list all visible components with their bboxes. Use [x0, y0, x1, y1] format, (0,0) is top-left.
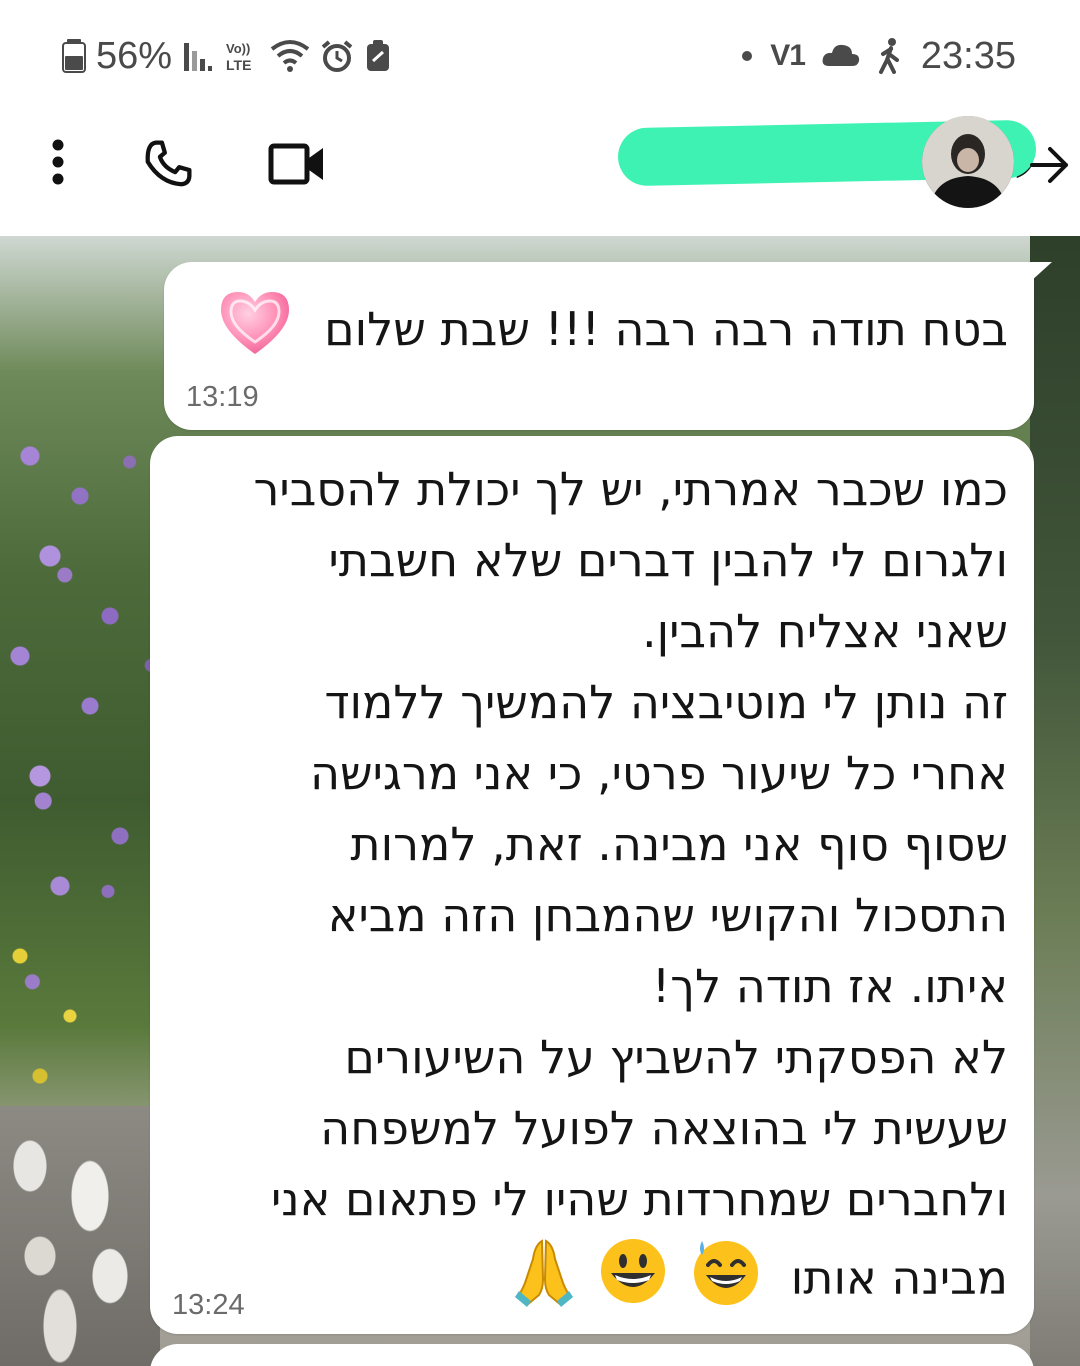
signal-icon [182, 39, 214, 73]
status-right-group: V1 23:35 [740, 34, 1016, 78]
svg-text:Vo)): Vo)) [226, 41, 250, 56]
wallpaper-trees [1030, 236, 1080, 1366]
next-message-bubble[interactable] [150, 1344, 1034, 1366]
back-button[interactable] [1026, 140, 1072, 190]
walking-icon [877, 38, 905, 74]
message-line: זה נותן לי מוטיבציה להמשיך ללמוד [324, 675, 1008, 729]
wallpaper-rocks [0, 1106, 160, 1366]
clock-time: 23:35 [920, 35, 1016, 77]
video-call-icon [268, 143, 323, 185]
message-timestamp: 13:24 [172, 1289, 245, 1321]
video-call-button[interactable] [264, 136, 330, 192]
grinning-sweat-emoji-icon [690, 1235, 762, 1327]
avatar-photo [922, 116, 1014, 208]
message-timestamp: 13:19 [186, 381, 259, 413]
back-arrow-icon [1030, 147, 1068, 183]
battery-icon [62, 39, 86, 73]
chat-messages-area[interactable]: בטח תודה רבה רבה !!! שבת שלום 13:19 כמו … [0, 236, 1080, 1366]
voice-call-button[interactable] [138, 134, 198, 194]
message-line: שאני אצליח להבין. [641, 604, 1008, 658]
status-bar: 56% Vo)) LTE V1 23:35 [0, 0, 1080, 110]
wifi-icon [270, 39, 310, 73]
message-line: שעשית לי בהוצאה לפועל למשפחה [320, 1101, 1008, 1155]
growing-heart-emoji-icon [219, 290, 291, 375]
message-line: אחרי כל שיעור פרטי, כי אני מרגישה [309, 746, 1008, 800]
incoming-message-bubble[interactable]: בטח תודה רבה רבה !!! שבת שלום 13:19 [164, 262, 1052, 430]
bubble-tail [1030, 262, 1052, 282]
carrier-badge: V1 [770, 39, 806, 72]
message-line: כמו שכבר אמרתי, יש לך יכולת להסביר [253, 462, 1008, 516]
message-line-text: מבינה אותו [790, 1250, 1008, 1305]
message-line: בטח תודה רבה רבה !!! שבת שלום [324, 302, 1008, 356]
grinning-face-emoji-icon [597, 1235, 669, 1327]
cloud-icon [821, 42, 861, 70]
svg-text:LTE: LTE [226, 57, 251, 73]
message-line: ולגרום לי להבין דברים שלא חשבתי [328, 533, 1008, 587]
incoming-message-bubble[interactable]: כמו שכבר אמרתי, יש לך יכולת להסביר ולגרו… [150, 436, 1034, 1334]
notification-dot-icon [740, 49, 754, 63]
message-line: ולחברים שמחרדות שהיו לי פתאום אני [270, 1172, 1008, 1226]
more-options-icon [52, 139, 64, 185]
status-left-group: 56% Vo)) LTE [62, 34, 392, 78]
alarm-icon [320, 39, 354, 73]
message-text: כמו שכבר אמרתי, יש לך יכולת להסביר ולגרו… [158, 454, 1008, 1327]
clipboard-icon [364, 39, 392, 73]
message-last-line: מבינה אותו [158, 1235, 1008, 1327]
whatsapp-chat-screen: 56% Vo)) LTE V1 23:35 בטח תודה רבה רבה !… [0, 0, 1080, 1366]
contact-avatar[interactable] [922, 116, 1014, 208]
battery-percent: 56% [96, 35, 173, 77]
message-line: שסוף סוף אני מבינה. זאת, למרות [350, 817, 1008, 871]
volte-icon: Vo)) LTE [224, 39, 260, 73]
message-line: איתו. אז תודה לך! [651, 959, 1008, 1013]
more-options-button[interactable] [36, 134, 80, 190]
chat-header: לאור [0, 110, 1080, 236]
folded-hands-emoji-icon [511, 1235, 577, 1327]
message-text: בטח תודה רבה רבה !!! שבת שלום [188, 290, 1008, 375]
message-line: התסכול והקושי שהמבחן הזה מביא [327, 888, 1008, 942]
voice-call-icon [145, 140, 192, 187]
message-line: לא הפסקתי להשביץ על השיעורים [344, 1030, 1008, 1084]
